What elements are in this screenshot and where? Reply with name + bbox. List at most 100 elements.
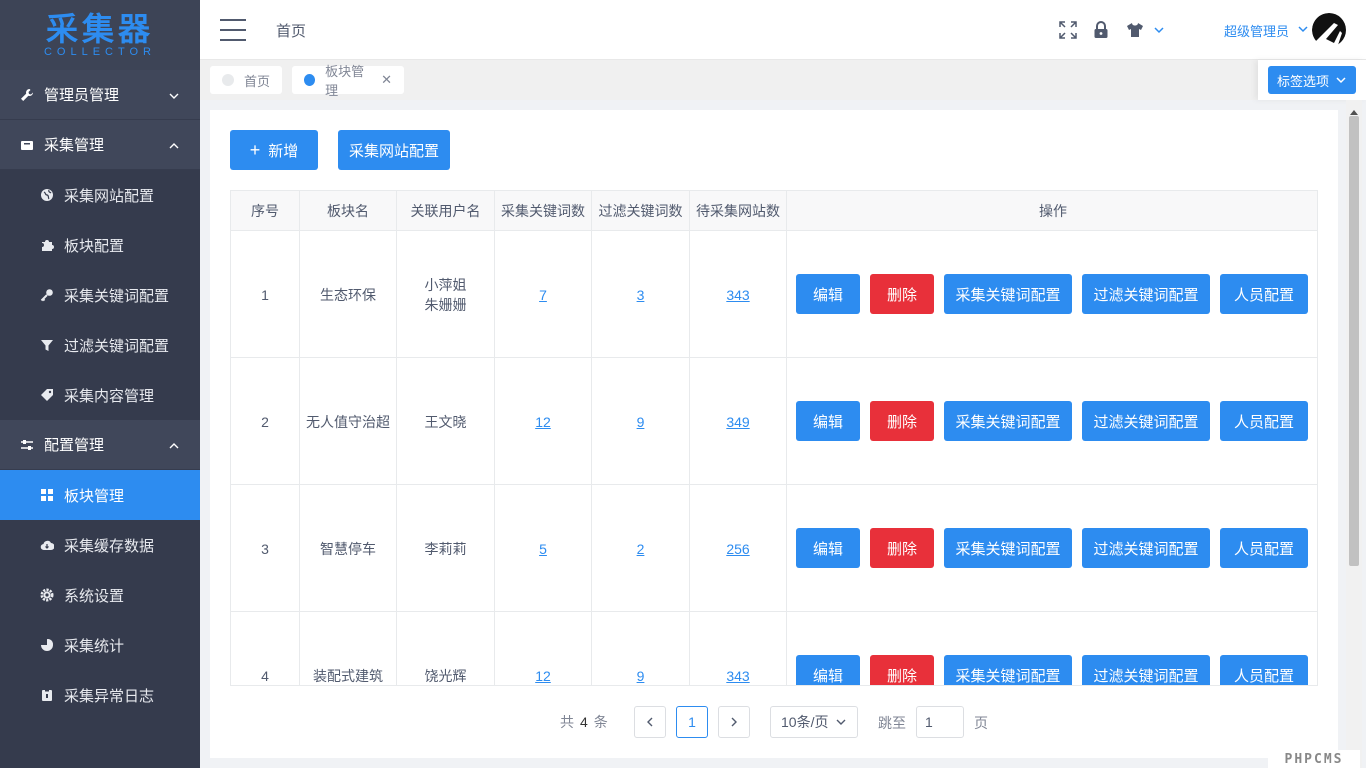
sidebar-item-filter-keyword[interactable]: 过滤关键词配置: [0, 320, 200, 370]
tab-home[interactable]: 首页: [210, 66, 282, 94]
sidebar-item-label: 采集异常日志: [64, 687, 155, 705]
delete-button[interactable]: 删除: [870, 401, 934, 441]
sidebar-group-admin[interactable]: 管理员管理: [0, 70, 200, 120]
tab-label: 首页: [244, 73, 271, 89]
table-row: 1 生态环保 小萍姐 朱姗姗 7 3 343 编辑 删除 采集关键词配置 过滤关键…: [231, 231, 1317, 358]
edit-button[interactable]: 编辑: [796, 274, 860, 314]
collect-kw-link[interactable]: 7: [539, 287, 547, 303]
sliders-icon: [20, 438, 34, 452]
user-menu[interactable]: 超级管理员: [1224, 21, 1309, 40]
scrollbar-thumb[interactable]: [1349, 116, 1359, 566]
collect-keyword-config-button[interactable]: 采集关键词配置: [944, 528, 1072, 568]
close-icon[interactable]: ✕: [381, 72, 392, 88]
filter-keyword-config-button[interactable]: 过滤关键词配置: [1082, 274, 1210, 314]
clipboard-icon: [40, 688, 54, 702]
filter-kw-link[interactable]: 9: [637, 668, 645, 684]
sidebar-item-site-config[interactable]: 采集网站配置: [0, 170, 200, 220]
tshirt-icon[interactable]: [1125, 20, 1145, 40]
lock-icon[interactable]: [1091, 20, 1111, 40]
edit-button[interactable]: 编辑: [796, 401, 860, 441]
sidebar-item-board-config[interactable]: 板块配置: [0, 220, 200, 270]
next-page-button[interactable]: [718, 706, 750, 738]
cell-board-name: 无人值守治超: [300, 358, 397, 485]
scroll-up-arrow-icon[interactable]: [1350, 102, 1358, 118]
filter-kw-link[interactable]: 2: [637, 541, 645, 557]
sites-link[interactable]: 349: [726, 414, 749, 430]
sidebar-item-error-log[interactable]: 采集异常日志: [0, 670, 200, 720]
chevron-up-icon: [168, 439, 180, 456]
sidebar-item-collect-keyword[interactable]: 采集关键词配置: [0, 270, 200, 320]
chevron-left-icon: [647, 717, 653, 727]
avatar[interactable]: [1312, 13, 1346, 47]
tab-options-button[interactable]: 标签选项: [1268, 66, 1356, 94]
sidebar-item-board-manage[interactable]: 板块管理: [0, 470, 200, 520]
delete-button[interactable]: 删除: [870, 655, 934, 685]
filter-kw-link[interactable]: 9: [637, 414, 645, 430]
page-size-select[interactable]: 10条/页: [770, 706, 858, 738]
user-name: 李莉莉: [424, 540, 467, 557]
sidebar-item-label: 采集内容管理: [64, 387, 155, 405]
collect-kw-link[interactable]: 12: [535, 414, 551, 430]
filter-keyword-config-button[interactable]: 过滤关键词配置: [1082, 401, 1210, 441]
cell-sites: 343: [690, 612, 787, 685]
tabs-bar: 首页 板块管理 ✕ 标签选项: [200, 60, 1366, 100]
prev-page-button[interactable]: [634, 706, 666, 738]
sidebar-item-statistics[interactable]: 采集统计: [0, 620, 200, 670]
cell-collect-kw: 5: [495, 485, 592, 612]
collect-keyword-config-button[interactable]: 采集关键词配置: [944, 401, 1072, 441]
grid-icon: [40, 488, 54, 502]
cell-sites: 256: [690, 485, 787, 612]
sidebar-item-label: 板块配置: [64, 237, 125, 255]
delete-button[interactable]: 删除: [870, 274, 934, 314]
table-row: 4 装配式建筑 饶光辉 12 9 343 编辑 删除 采集关键词配置 过滤关键词…: [231, 612, 1317, 685]
sidebar-group-label: 采集管理: [44, 137, 105, 154]
sites-link[interactable]: 343: [726, 668, 749, 684]
staff-config-button[interactable]: 人员配置: [1220, 401, 1308, 441]
column-header: 待采集网站数: [690, 191, 787, 231]
collect-keyword-config-button[interactable]: 采集关键词配置: [944, 274, 1072, 314]
sidebar-group-config[interactable]: 配置管理: [0, 420, 200, 470]
fullscreen-icon[interactable]: [1058, 20, 1078, 40]
cell-index: 3: [231, 485, 300, 612]
delete-button[interactable]: 删除: [870, 528, 934, 568]
sidebar-item-label: 过滤关键词配置: [64, 337, 170, 355]
breadcrumb[interactable]: 首页: [276, 20, 306, 41]
filter-keyword-config-button[interactable]: 过滤关键词配置: [1082, 528, 1210, 568]
filter-kw-link[interactable]: 3: [637, 287, 645, 303]
menu-toggle-icon[interactable]: [220, 19, 246, 41]
staff-config-button[interactable]: 人员配置: [1220, 528, 1308, 568]
jump-page-input[interactable]: 1: [916, 706, 964, 738]
add-button[interactable]: + 新增: [230, 130, 318, 170]
column-header: 操作: [1039, 203, 1067, 219]
collect-kw-link[interactable]: 5: [539, 541, 547, 557]
sidebar-group-collect[interactable]: 采集管理: [0, 120, 200, 170]
cell-users: 小萍姐 朱姗姗: [397, 231, 495, 358]
filter-icon: [40, 338, 54, 352]
staff-config-button[interactable]: 人员配置: [1220, 274, 1308, 314]
sidebar-group-label: 配置管理: [44, 437, 105, 454]
cell-users: 饶光辉: [397, 612, 495, 685]
sidebar-item-system-settings[interactable]: 系统设置: [0, 570, 200, 620]
sites-link[interactable]: 343: [726, 287, 749, 303]
cell-board-name: 智慧停车: [300, 485, 397, 612]
page-button-current[interactable]: 1: [676, 706, 708, 738]
collect-kw-link[interactable]: 12: [535, 668, 551, 684]
cell-filter-kw: 9: [592, 612, 690, 685]
filter-keyword-config-button[interactable]: 过滤关键词配置: [1082, 655, 1210, 685]
cell-index: 1: [231, 231, 300, 358]
cell-users: 李莉莉: [397, 485, 495, 612]
tab-board-manage[interactable]: 板块管理 ✕: [292, 64, 404, 98]
edit-button[interactable]: 编辑: [796, 528, 860, 568]
staff-config-button[interactable]: 人员配置: [1220, 655, 1308, 685]
site-config-button[interactable]: 采集网站配置: [338, 130, 450, 170]
tab-options-wrap: 标签选项: [1258, 60, 1366, 100]
column-header: 板块名: [300, 191, 397, 231]
sidebar-item-cache-data[interactable]: 采集缓存数据: [0, 520, 200, 570]
edit-button[interactable]: 编辑: [796, 655, 860, 685]
chevron-down-icon[interactable]: [1149, 20, 1169, 40]
sidebar-item-content-manage[interactable]: 采集内容管理: [0, 370, 200, 420]
sites-link[interactable]: 256: [726, 541, 749, 557]
globe-icon: [40, 188, 54, 202]
total-value: 4: [580, 714, 588, 730]
collect-keyword-config-button[interactable]: 采集关键词配置: [944, 655, 1072, 685]
